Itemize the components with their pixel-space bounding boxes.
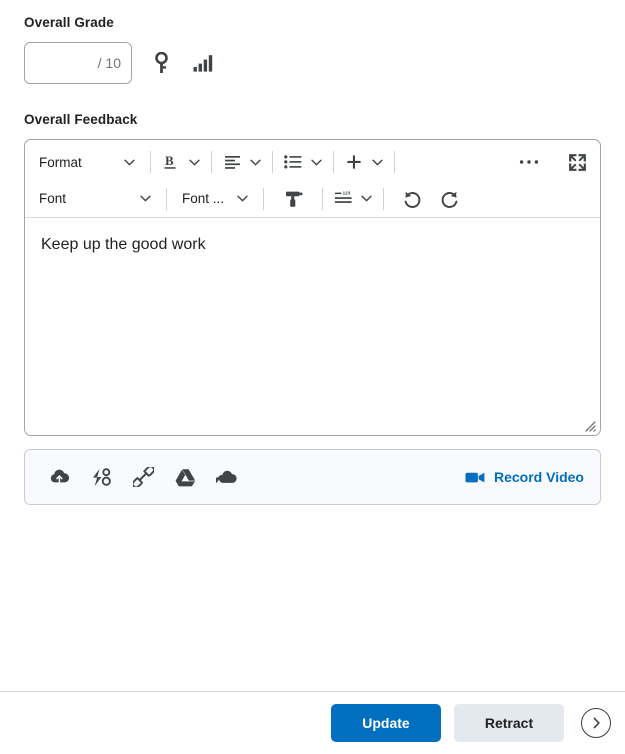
video-camera-icon <box>465 471 485 484</box>
quicklink-icon[interactable] <box>83 459 119 495</box>
chevron-down-icon[interactable] <box>367 148 387 176</box>
format-painter-icon[interactable] <box>280 185 306 213</box>
svg-text:B: B <box>165 153 174 168</box>
toolbar-separator <box>211 151 212 173</box>
upload-file-icon[interactable] <box>41 459 77 495</box>
html-editor: Format B Font Font ... 123 Keep up the g… <box>24 139 601 436</box>
chevron-down-icon[interactable] <box>135 185 155 213</box>
format-dropdown-label: Format <box>39 154 82 170</box>
insert-link-icon[interactable] <box>125 459 161 495</box>
toolbar-separator <box>333 151 334 173</box>
grade-input[interactable] <box>47 44 94 82</box>
google-drive-icon[interactable] <box>167 459 203 495</box>
action-footer: Update Retract <box>0 692 625 754</box>
undo-icon[interactable] <box>399 185 425 213</box>
grade-denominator: / 10 <box>97 55 121 71</box>
overall-feedback-label: Overall Feedback <box>24 112 138 127</box>
toolbar-separator <box>272 151 273 173</box>
chevron-down-icon[interactable] <box>232 185 252 213</box>
format-dropdown[interactable]: Format <box>31 148 143 176</box>
grade-statistics-icon[interactable] <box>186 46 220 80</box>
retract-button[interactable]: Retract <box>454 704 564 742</box>
overall-grade-section: Overall Grade / 10 <box>24 14 604 84</box>
editor-toolbar-row-2: Font Font ... 123 <box>25 180 600 218</box>
overall-feedback-section: Overall Feedback Format B Font Font ... … <box>24 111 601 505</box>
attachment-toolbar: Record Video <box>24 449 601 505</box>
font-size-label: Font ... <box>182 191 225 206</box>
line-numbering-icon[interactable]: 123 <box>330 185 356 213</box>
toolbar-separator <box>263 187 264 210</box>
font-size-dropdown[interactable]: Font ... <box>174 185 256 213</box>
record-video-label: Record Video <box>494 469 584 485</box>
editor-resize-handle[interactable] <box>582 418 596 432</box>
overall-grade-row: / 10 <box>24 42 604 84</box>
fullscreen-icon[interactable] <box>564 148 590 176</box>
bold-split-button[interactable]: B <box>158 148 204 176</box>
chevron-down-icon[interactable] <box>356 185 376 213</box>
toolbar-separator <box>394 151 395 173</box>
bold-button[interactable]: B <box>158 148 184 176</box>
insert-split-button[interactable] <box>341 148 387 176</box>
more-options-icon[interactable] <box>516 148 542 176</box>
chevron-down-icon[interactable] <box>306 148 326 176</box>
onedrive-icon[interactable] <box>209 459 245 495</box>
font-family-label: Font <box>39 191 67 206</box>
update-button[interactable]: Update <box>331 704 441 742</box>
toolbar-separator <box>166 187 167 210</box>
align-split-button[interactable] <box>219 148 265 176</box>
line-numbering-split-button[interactable]: 123 <box>330 185 376 213</box>
svg-text:123: 123 <box>342 191 350 196</box>
toolbar-separator <box>150 151 151 173</box>
next-arrow-icon[interactable] <box>581 708 611 738</box>
plus-icon[interactable] <box>341 148 367 176</box>
bullet-list-split-button[interactable] <box>280 148 326 176</box>
toolbar-separator <box>383 187 384 210</box>
record-video-button[interactable]: Record Video <box>465 469 584 485</box>
rubric-key-icon[interactable] <box>144 46 178 80</box>
overall-grade-label: Overall Grade <box>24 15 114 30</box>
feedback-text-area[interactable]: Keep up the good work <box>25 218 600 414</box>
bullet-list-icon[interactable] <box>280 148 306 176</box>
redo-icon[interactable] <box>437 185 463 213</box>
editor-toolbar-row-1: Format B <box>25 145 600 179</box>
grade-input-wrapper[interactable]: / 10 <box>24 42 132 84</box>
chevron-down-icon[interactable] <box>245 148 265 176</box>
toolbar-separator <box>322 187 323 210</box>
chevron-down-icon[interactable] <box>119 148 139 176</box>
font-family-dropdown[interactable]: Font <box>31 185 159 213</box>
align-left-icon[interactable] <box>219 148 245 176</box>
chevron-down-icon[interactable] <box>184 148 204 176</box>
